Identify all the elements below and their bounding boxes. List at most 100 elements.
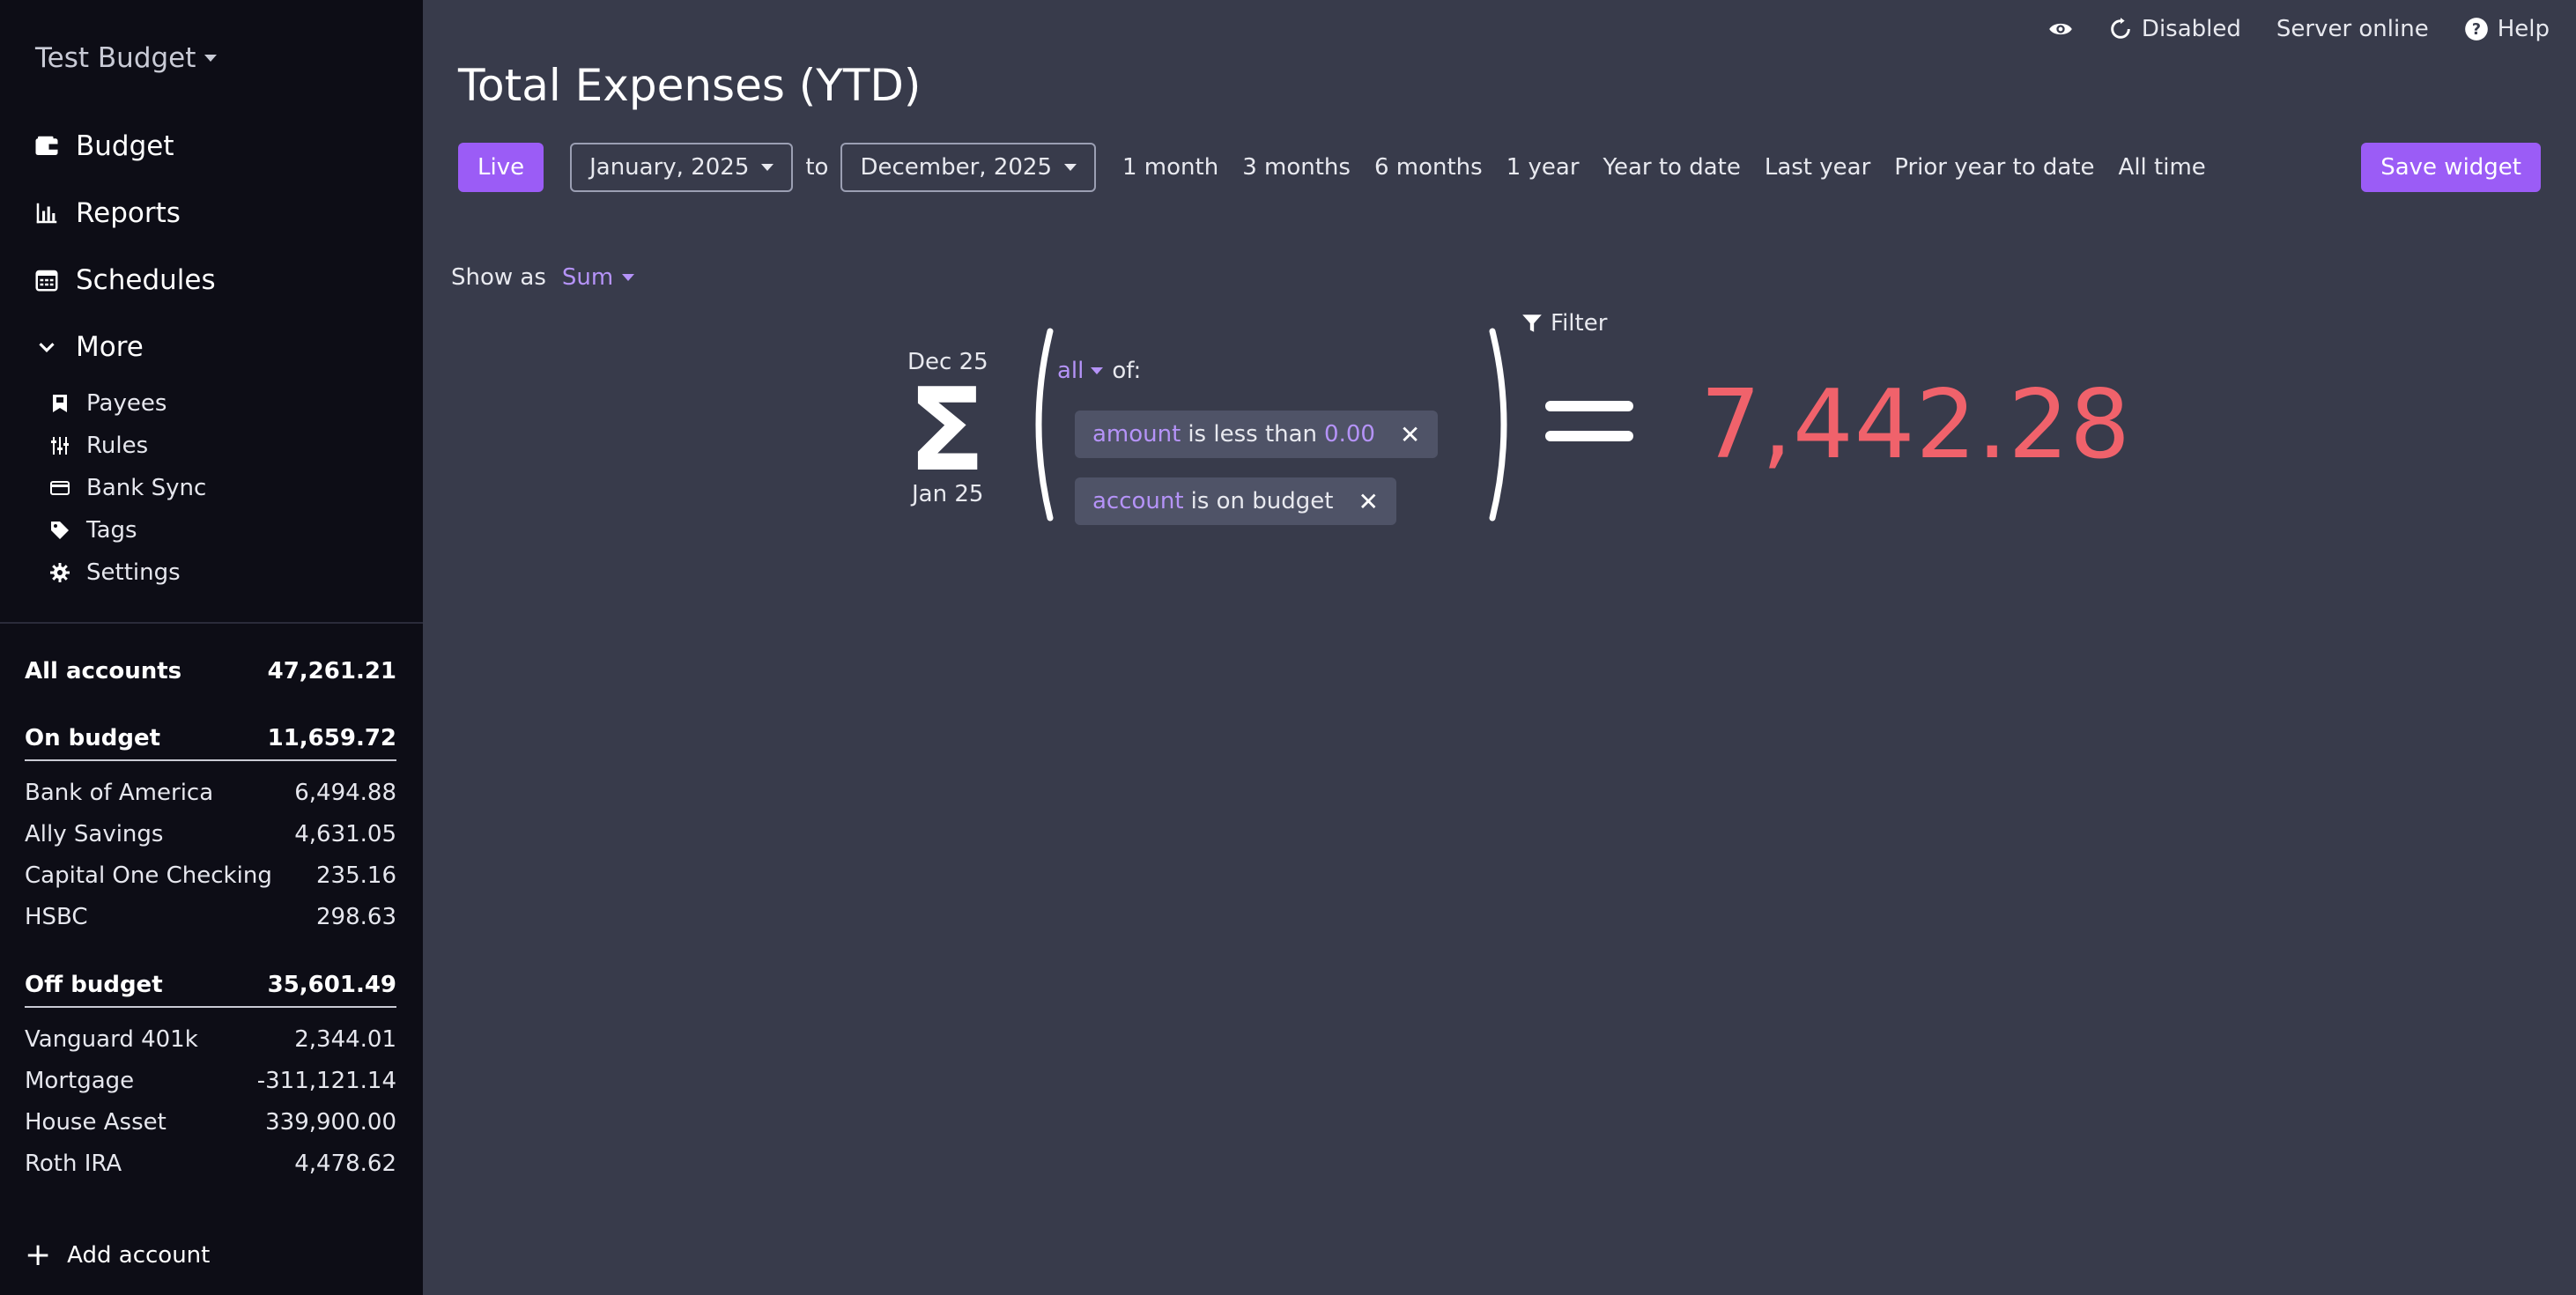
nav-label: Budget: [76, 130, 174, 162]
account-row[interactable]: Bank of America 6,494.88: [25, 772, 396, 813]
account-row[interactable]: Capital One Checking 235.16: [25, 855, 396, 896]
range-1-month[interactable]: 1 month: [1122, 154, 1218, 181]
all-accounts-row[interactable]: All accounts 47,261.21: [25, 652, 396, 691]
account-name: Bank of America: [25, 779, 214, 806]
conditions-op-select[interactable]: all: [1057, 358, 1104, 384]
nav-item-reports[interactable]: Reports: [33, 180, 216, 247]
on-budget-row[interactable]: On budget 11,659.72: [25, 719, 396, 761]
filter-field: amount: [1092, 421, 1181, 448]
conditions-op-value: all: [1057, 358, 1084, 384]
account-row[interactable]: Ally Savings 4,631.05: [25, 813, 396, 855]
remove-filter-icon[interactable]: ✕: [1400, 420, 1420, 449]
show-as-control: Show as Sum: [451, 264, 635, 291]
live-button[interactable]: Live: [458, 143, 544, 192]
on-budget-accounts: Bank of America 6,494.88 Ally Savings 4,63…: [25, 772, 396, 937]
caret-down-icon: [204, 55, 218, 62]
subnav-label: Bank Sync: [86, 475, 207, 501]
filter-value: 0.00: [1324, 421, 1375, 448]
caret-down-icon: [761, 164, 774, 171]
server-status-label: Server online: [2276, 16, 2429, 42]
nav-item-budget[interactable]: Budget: [33, 113, 216, 180]
funnel-icon: [1522, 314, 1542, 332]
subnav-label: Tags: [86, 517, 137, 544]
account-name: Mortgage: [25, 1067, 135, 1094]
filter-chip[interactable]: account is on budget ✕: [1075, 477, 1396, 525]
start-month-value: January, 2025: [589, 154, 750, 181]
account-row[interactable]: House Asset 339,900.00: [25, 1101, 396, 1143]
end-month-value: December, 2025: [860, 154, 1052, 181]
sigma-icon: Σ: [907, 363, 986, 497]
add-account-label: Add account: [67, 1242, 211, 1269]
help-button[interactable]: ? Help: [2464, 16, 2550, 42]
remove-filter-icon[interactable]: ✕: [1358, 487, 1378, 516]
subnav-item-settings[interactable]: Settings: [49, 551, 206, 594]
nav-item-more[interactable]: More: [33, 314, 216, 381]
subnav-label: Payees: [86, 390, 167, 417]
account-balance: 4,631.05: [294, 820, 396, 847]
show-as-value: Sum: [561, 264, 614, 291]
range-6-months[interactable]: 6 months: [1374, 154, 1483, 181]
accounts-list: All accounts 47,261.21 On budget 11,659.…: [25, 652, 396, 1184]
nav-label: Reports: [76, 197, 181, 229]
caret-down-icon: [1064, 164, 1077, 171]
filter-button[interactable]: Filter: [1521, 310, 1607, 337]
account-name: Vanguard 401k: [25, 1025, 198, 1053]
account-group-name: On budget: [25, 725, 161, 751]
account-balance: -311,121.14: [256, 1067, 396, 1094]
show-as-select[interactable]: Sum: [561, 264, 635, 291]
save-widget-button[interactable]: Save widget: [2361, 143, 2541, 192]
subnav-label: Rules: [86, 433, 149, 459]
sync-status-button[interactable]: Disabled: [2108, 16, 2241, 42]
more-subnav: Payees Rules Bank Sync Tags Settings: [49, 382, 206, 594]
account-balance: 298.63: [316, 903, 396, 930]
off-budget-accounts: Vanguard 401k 2,344.01 Mortgage -311,121.1…: [25, 1018, 396, 1184]
budget-name: Test Budget: [35, 42, 196, 74]
bar-chart-icon: [36, 203, 57, 224]
range-presets: 1 month 3 months 6 months 1 year Year to…: [1122, 154, 2206, 181]
range-all-time[interactable]: All time: [2119, 154, 2206, 181]
account-group-balance: 35,601.49: [267, 972, 396, 998]
account-row[interactable]: Vanguard 401k 2,344.01: [25, 1018, 396, 1060]
calendar-icon: [35, 270, 58, 292]
nav-item-schedules[interactable]: Schedules: [33, 247, 216, 314]
range-prior-year-to-date[interactable]: Prior year to date: [1894, 154, 2094, 181]
account-name: Roth IRA: [25, 1150, 122, 1177]
subnav-item-bank-sync[interactable]: Bank Sync: [49, 467, 206, 509]
privacy-toggle[interactable]: [2048, 17, 2073, 41]
account-name: House Asset: [25, 1108, 167, 1136]
topbar: Disabled Server online ? Help: [2048, 16, 2550, 42]
end-month-select[interactable]: December, 2025: [840, 143, 1096, 192]
card-icon: [50, 481, 70, 495]
range-last-year[interactable]: Last year: [1765, 154, 1870, 181]
right-paren-icon: [1489, 328, 1507, 522]
account-name: HSBC: [25, 903, 88, 930]
account-row[interactable]: Mortgage -311,121.14: [25, 1060, 396, 1101]
budget-name-menu[interactable]: Test Budget: [35, 42, 218, 74]
equals-icon: [1545, 401, 1633, 461]
caret-down-icon: [622, 274, 635, 281]
payee-icon: [53, 395, 67, 412]
plus-icon: +: [25, 1237, 52, 1273]
tag-icon: [51, 522, 69, 539]
range-1-year[interactable]: 1 year: [1506, 154, 1580, 181]
range-3-months[interactable]: 3 months: [1242, 154, 1351, 181]
subnav-item-payees[interactable]: Payees: [49, 382, 206, 425]
add-account-button[interactable]: + Add account: [25, 1237, 211, 1273]
account-balance: 2,344.01: [294, 1025, 396, 1053]
nav-label: Schedules: [76, 264, 216, 296]
subnav-item-tags[interactable]: Tags: [49, 509, 206, 551]
server-status-button[interactable]: Server online: [2276, 16, 2429, 42]
account-row[interactable]: HSBC 298.63: [25, 896, 396, 937]
to-label: to: [805, 154, 829, 181]
range-year-to-date[interactable]: Year to date: [1603, 154, 1741, 181]
account-row[interactable]: Roth IRA 4,478.62: [25, 1143, 396, 1184]
filter-chip[interactable]: amount is less than 0.00 ✕: [1075, 411, 1439, 458]
off-budget-row[interactable]: Off budget 35,601.49: [25, 966, 396, 1008]
sync-status-label: Disabled: [2141, 16, 2241, 42]
main-nav: Budget Reports Schedules More: [33, 113, 216, 381]
main-content: Disabled Server online ? Help Total Expe…: [423, 0, 2576, 1295]
start-month-select[interactable]: January, 2025: [570, 143, 794, 192]
subnav-item-rules[interactable]: Rules: [49, 425, 206, 467]
filter-op: is less than: [1188, 421, 1318, 448]
filter-field: account: [1092, 488, 1184, 514]
